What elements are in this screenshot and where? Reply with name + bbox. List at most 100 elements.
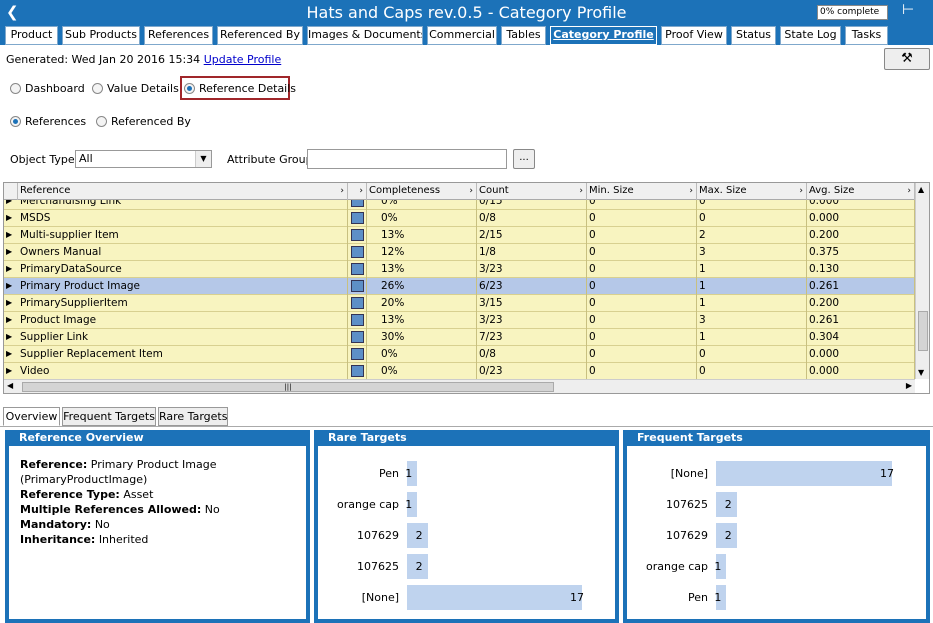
header-label: Reference [20,185,71,196]
header-reference[interactable]: Reference › [18,183,348,200]
tab-product[interactable]: Product [5,26,58,45]
arrow-left-icon[interactable]: ◀ [7,381,13,390]
table-cell: 0 [697,346,807,363]
table-cell: PrimarySupplierItem [18,295,348,312]
update-profile-link[interactable]: Update Profile [204,53,282,66]
table-cell: Multi-supplier Item [18,227,348,244]
tab-tasks[interactable]: Tasks [845,26,888,45]
horizontal-scrollbar[interactable]: ◀ ||| ▶ [4,379,915,393]
panel-title: Frequent Targets [623,430,930,446]
table-row[interactable]: ▶ MSDS 0% 0/8 0 0 0.000 [4,210,915,227]
bar-label: Pen [379,467,399,480]
table-cell: 0 [587,244,697,261]
radio-label: References [25,115,87,128]
table-row[interactable]: ▶ PrimaryDataSource 13% 3/23 0 1 0.130 [4,261,915,278]
table-row[interactable]: ▶ Supplier Link 30% 7/23 0 1 0.304 [4,329,915,346]
header-icon[interactable]: › [348,183,367,200]
expand-arrow-icon[interactable]: ▶ [6,278,12,294]
expand-arrow-icon[interactable]: ▶ [6,244,12,260]
header-max-size[interactable]: Max. Size › [697,183,807,200]
tab-state-log[interactable]: State Log [780,26,841,45]
tab-sub-products[interactable]: Sub Products [62,26,140,45]
tab-commercial[interactable]: Commercial [427,26,497,45]
expand-arrow-icon[interactable]: ▶ [6,295,12,311]
bar-label: 107625 [666,498,708,511]
table-cell: 7/23 [477,329,587,346]
chevron-right-icon: › [799,186,803,196]
expand-arrow-icon[interactable]: ▶ [6,261,12,277]
table-row[interactable]: ▶ Multi-supplier Item 13% 2/15 0 2 0.200 [4,227,915,244]
table-cell: 0.375 [807,244,915,261]
table-row[interactable]: ▶ Primary Product Image 26% 6/23 0 1 0.261 [4,278,915,295]
radio-icon [96,116,107,127]
table-cell: 0.130 [807,261,915,278]
expand-arrow-icon[interactable]: ▶ [6,329,12,345]
table-row[interactable]: ▶ Supplier Replacement Item 0% 0/8 0 0 0.000 [4,346,915,363]
arrow-down-icon[interactable]: ▼ [918,368,924,377]
arrow-right-icon[interactable]: ▶ [906,381,912,390]
tab-status[interactable]: Status [731,26,776,45]
table-cell: 20% [367,295,477,312]
subtab-rare-targets[interactable]: Rare Targets [158,407,228,426]
bar-label: [None] [670,467,708,480]
table-cell: 1/8 [477,244,587,261]
overview-reference: Reference: Primary Product Image [20,458,217,471]
header-avg-size[interactable]: Avg. Size › [807,183,915,200]
field-label: Reference: [20,458,88,471]
table-row[interactable]: ▶ Product Image 13% 3/23 0 3 0.261 [4,312,915,329]
table-cell: 6/23 [477,278,587,295]
tab-category-profile[interactable]: Category Profile [550,26,657,45]
tab-proof-view[interactable]: Proof View [661,26,727,45]
table-row[interactable]: ▶ Owners Manual 12% 1/8 0 3 0.375 [4,244,915,261]
expand-arrow-icon[interactable]: ▶ [6,227,12,243]
arrow-up-icon[interactable]: ▲ [918,185,924,194]
field-value: Primary Product Image [90,458,217,471]
header-label: Avg. Size [809,185,855,196]
vertical-scrollbar[interactable]: ▲ ▼ [915,183,929,379]
table-cell: 0 [587,261,697,278]
table-cell: 1 [697,278,807,295]
table-cell: 0/23 [477,363,587,380]
table-cell: 0.000 [807,346,915,363]
generated-text: Generated: Wed Jan 20 2016 15:34 [6,53,201,66]
radio-reference-details[interactable]: Reference Details [184,82,296,95]
tab-tables[interactable]: Tables [501,26,546,45]
object-type-select[interactable]: All ▼ [75,150,212,168]
expand-arrow-icon[interactable]: ▶ [6,312,12,328]
field-label: Mandatory: [20,518,92,531]
expand-arrow-icon[interactable]: ▶ [6,210,12,226]
tab-referenced-by[interactable]: Referenced By [217,26,303,45]
table-cell: Supplier Link [18,329,348,346]
tools-button[interactable]: ⚒ [884,48,930,70]
header-completeness[interactable]: Completeness › [367,183,477,200]
radio-value-details[interactable]: Value Details [92,82,179,95]
object-type-label: Object Type [10,153,75,166]
table-cell: 3/23 [477,312,587,329]
subtab-frequent-targets[interactable]: Frequent Targets [62,407,156,426]
table-cell: 0.200 [807,227,915,244]
subtab-overview[interactable]: Overview [3,407,60,426]
table-cell: 13% [367,312,477,329]
scroll-thumb[interactable] [918,311,928,351]
radio-referenced-by[interactable]: Referenced By [96,115,191,128]
table-cell: 13% [367,261,477,278]
attribute-group-input[interactable] [307,149,507,169]
header-min-size[interactable]: Min. Size › [587,183,697,200]
field-label: Inheritance: [20,533,96,546]
table-cell: 2 [697,227,807,244]
browse-button[interactable]: ... [513,149,535,169]
table-cell: 0 [587,346,697,363]
scroll-thumb[interactable]: ||| [22,382,554,392]
expand-arrow-icon[interactable]: ▶ [6,346,12,362]
expand-arrow-icon[interactable]: ▶ [6,363,12,379]
table-row[interactable]: ▶ PrimarySupplierItem 20% 3/15 0 1 0.200 [4,295,915,312]
pin-icon[interactable]: ⊢ [902,2,914,18]
tab-references[interactable]: References [144,26,213,45]
tab-images-documents[interactable]: Images & Documents [307,26,423,45]
radio-references[interactable]: References [10,115,86,128]
title-bar: ❮ Hats and Caps rev.0.5 - Category Profi… [0,0,933,24]
table-row[interactable]: ▶ Video 0% 0/23 0 0 0.000 [4,363,915,380]
bar-label: orange cap [337,498,399,511]
radio-dashboard[interactable]: Dashboard [10,82,85,95]
header-count[interactable]: Count › [477,183,587,200]
